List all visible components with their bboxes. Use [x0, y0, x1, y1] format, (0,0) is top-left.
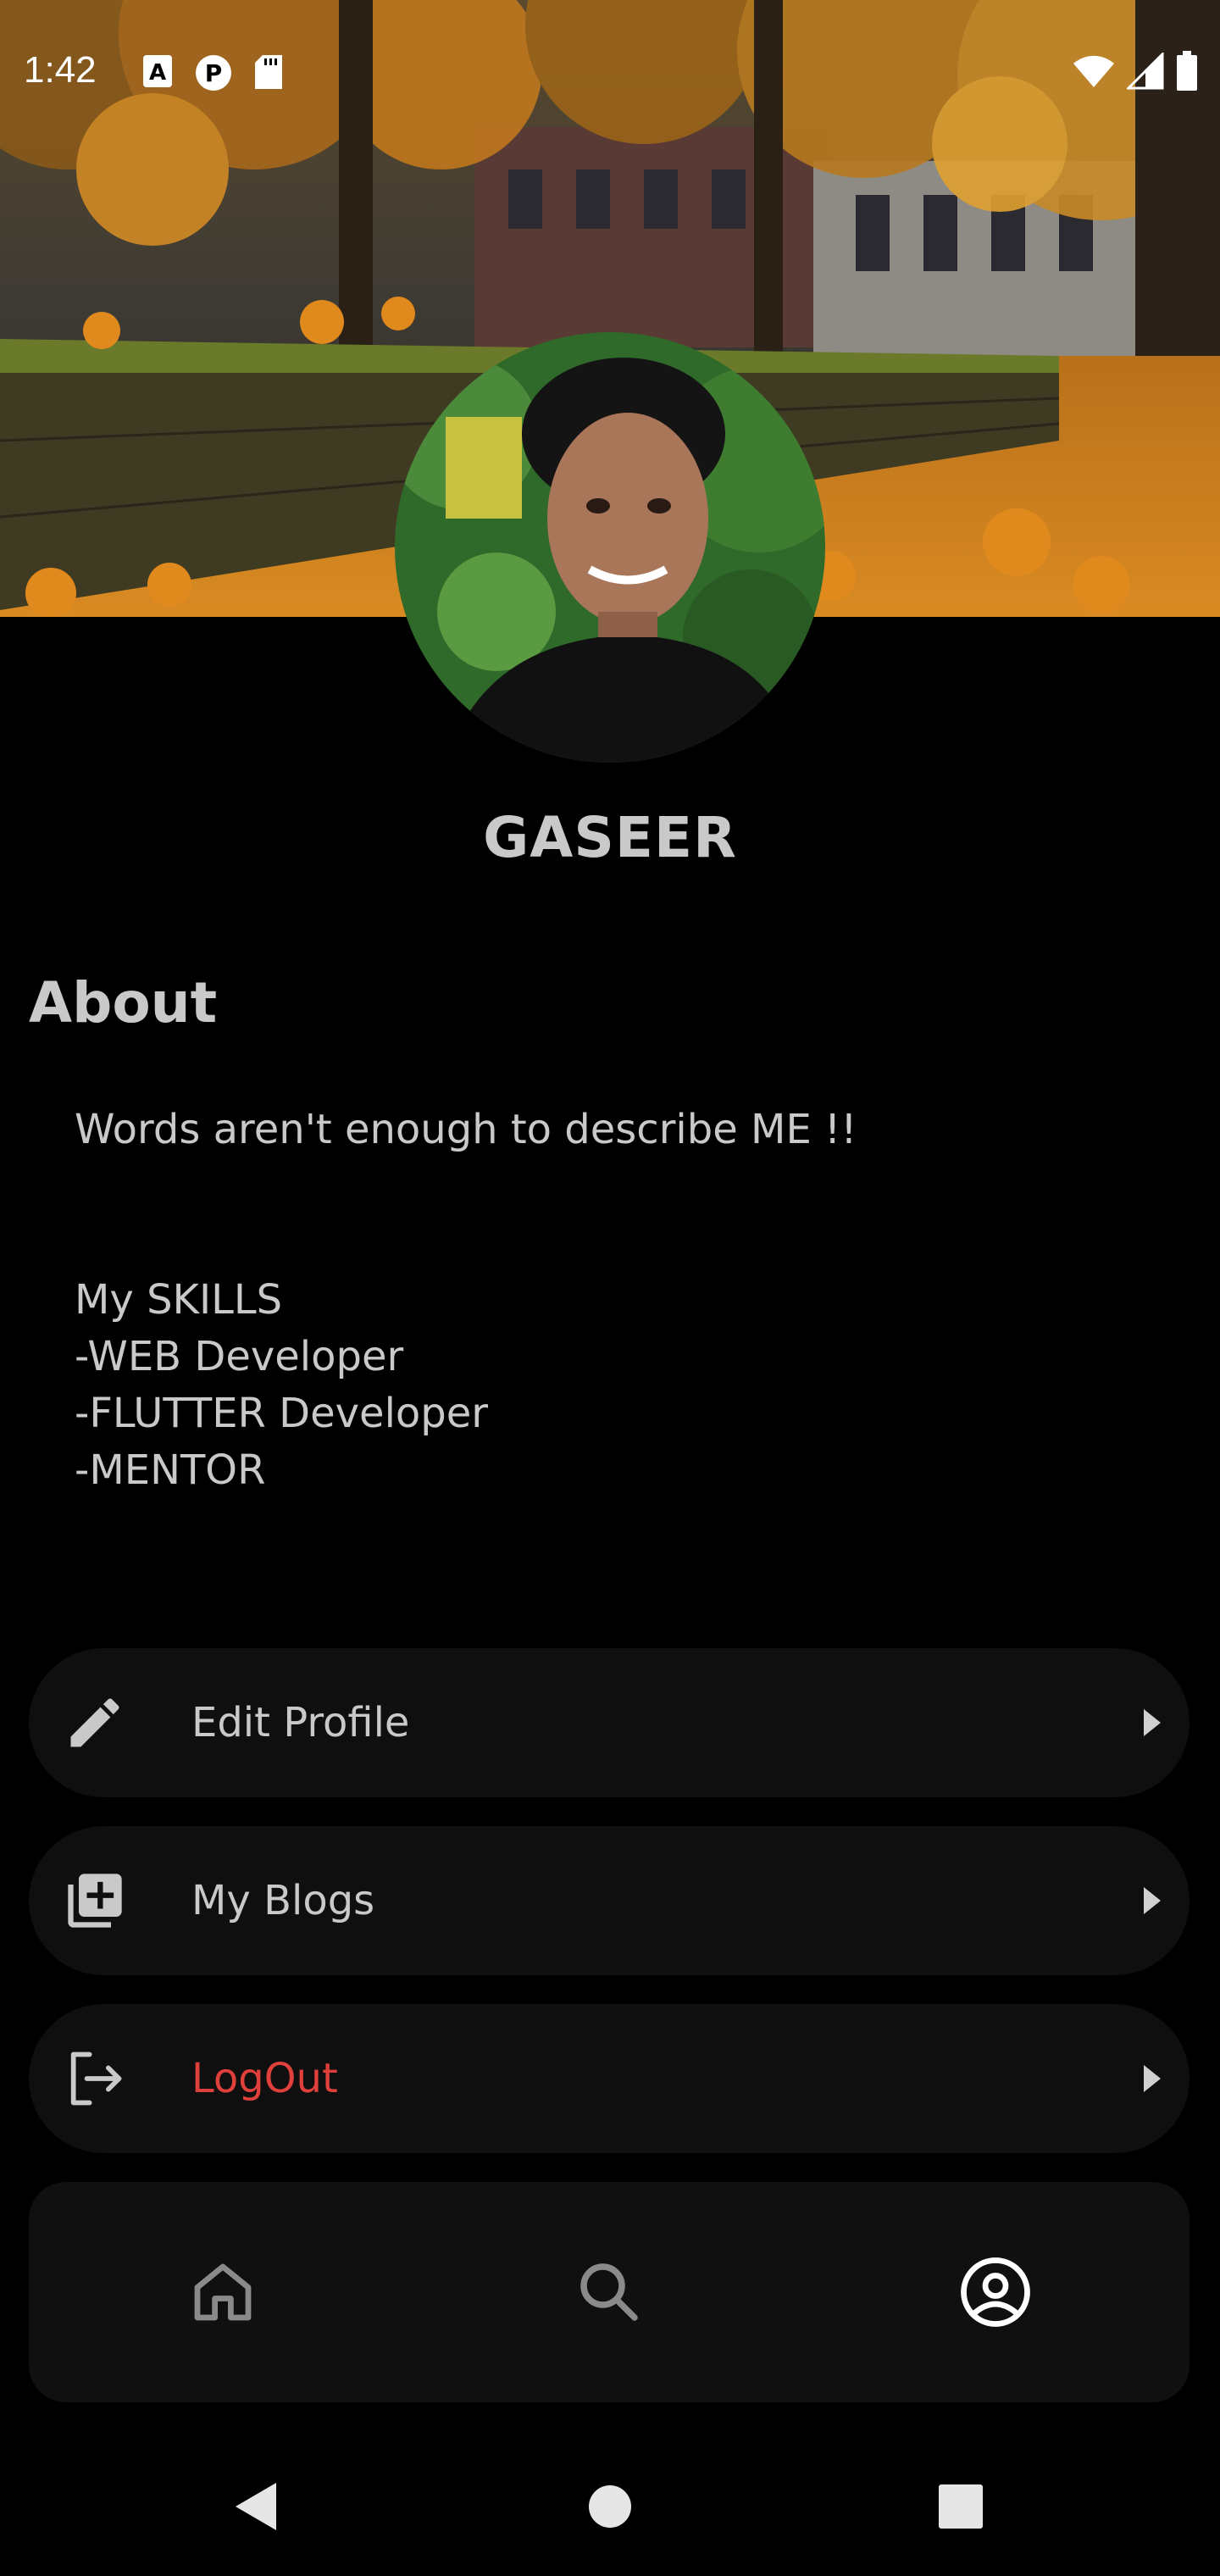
my-blogs-label: My Blogs: [191, 1877, 375, 1924]
wifi-icon: [1073, 53, 1115, 92]
back-icon[interactable]: [232, 2481, 280, 2535]
status-time: 1:42: [24, 49, 97, 91]
about-text: Words aren't enough to describe ME !! My…: [75, 1106, 857, 1494]
p-circle-icon: P: [195, 54, 232, 95]
edit-profile-label: Edit Profile: [191, 1699, 410, 1746]
my-blogs-button[interactable]: My Blogs: [29, 1826, 1190, 1975]
chevron-right-icon: [1139, 1884, 1164, 1918]
text-a-icon: A: [142, 54, 173, 95]
profile-avatar[interactable]: [395, 332, 825, 763]
chevron-right-icon: [1139, 1706, 1164, 1740]
cell-signal-icon: [1125, 51, 1164, 93]
svg-text:A: A: [149, 60, 166, 86]
pencil-icon: [63, 1690, 127, 1755]
about-heading: About: [29, 970, 218, 1035]
status-bar: 1:42 A P: [0, 0, 1220, 144]
sd-card-icon: [254, 54, 283, 95]
search-icon[interactable]: [571, 2254, 647, 2330]
home-icon[interactable]: [185, 2254, 261, 2330]
account-circle-icon[interactable]: [957, 2254, 1034, 2330]
system-navigation-bar: [0, 2440, 1220, 2576]
chevron-right-icon: [1139, 2062, 1164, 2096]
library-add-icon: [63, 1868, 127, 1933]
recents-square-icon[interactable]: [938, 2484, 984, 2533]
logout-icon: [63, 2046, 127, 2111]
svg-text:P: P: [205, 59, 223, 87]
profile-name: GASEER: [483, 805, 737, 870]
logout-label: LogOut: [191, 2055, 338, 2102]
bottom-navigation: [29, 2182, 1190, 2402]
home-circle-icon[interactable]: [587, 2484, 633, 2533]
status-system-icons: [1073, 51, 1198, 95]
logout-button[interactable]: LogOut: [29, 2004, 1190, 2153]
status-notification-icons: A P: [142, 54, 283, 95]
battery-icon: [1176, 51, 1198, 95]
edit-profile-button[interactable]: Edit Profile: [29, 1648, 1190, 1797]
